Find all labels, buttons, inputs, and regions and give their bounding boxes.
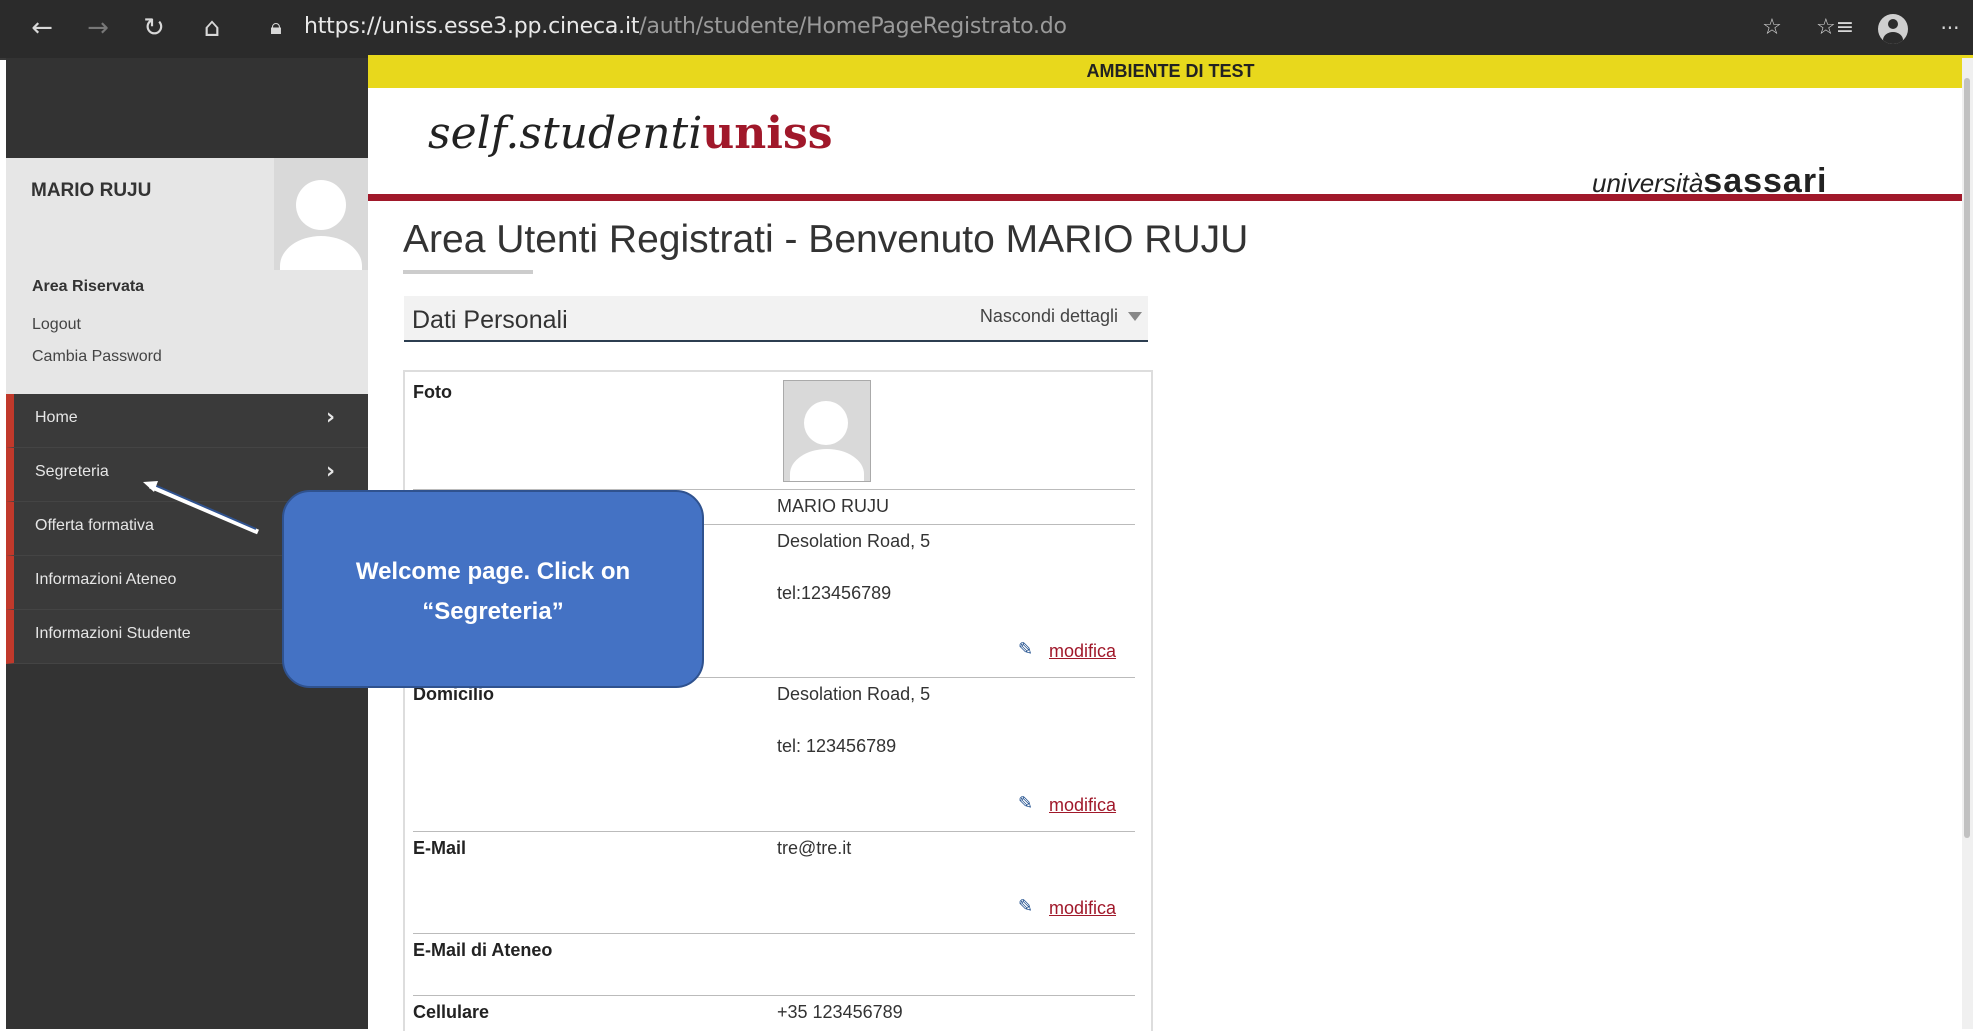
test-environment-banner: AMBIENTE DI TEST [368, 55, 1973, 88]
sidebar-item-label: Offerta formativa [35, 517, 154, 534]
callout-line-1: Welcome page. Click on [355, 558, 631, 585]
sidebar-item-label: Informazioni Studente [35, 625, 191, 642]
section-header: Dati Personali Nascondi dettagli [404, 296, 1148, 342]
table-row: Foto [413, 372, 1135, 490]
edit-email-link[interactable]: modifica [1049, 898, 1116, 919]
address-bar[interactable]: https://uniss.esse3.pp.cineca.it/auth/st… [304, 14, 1067, 39]
caret-down-icon[interactable] [1128, 312, 1142, 321]
student-photo-icon [783, 380, 871, 482]
user-name: MARIO RUJU [31, 180, 152, 201]
title-underline [403, 270, 533, 274]
table-row: Domicilio Desolation Road, 5 tel: 123456… [413, 678, 1135, 832]
profile-icon[interactable] [1878, 14, 1908, 44]
table-row: E-Mail di Ateneo [413, 934, 1135, 996]
sidebar-top [6, 58, 368, 158]
sidebar-item-home[interactable]: Home › [6, 394, 368, 448]
row-value: MARIO RUJU [777, 496, 889, 516]
edit-icon[interactable]: ✎ [1018, 896, 1033, 917]
chevron-right-icon: › [326, 459, 336, 484]
edit-icon[interactable]: ✎ [1018, 639, 1033, 660]
star-icon[interactable]: ☆ [1754, 10, 1790, 46]
header-divider [368, 194, 1966, 201]
chevron-right-icon: › [326, 405, 336, 430]
logout-link[interactable]: Logout [32, 316, 81, 334]
row-value: Desolation Road, 5 [777, 684, 931, 704]
table-row: Cellulare +35 123456789 [413, 996, 1135, 1031]
page-scrollbar[interactable] [1962, 58, 1973, 1029]
sidebar-item-label: Informazioni Ateneo [35, 571, 177, 588]
section-title: Dati Personali [412, 306, 568, 334]
row-value: tel: 123456789 [777, 736, 897, 756]
logo-brand: uniss [702, 108, 833, 159]
row-value: tre@tre.it [777, 838, 852, 858]
page-title: Area Utenti Registrati - Benvenuto MARIO… [403, 218, 1249, 261]
edit-domicilio-link[interactable]: modifica [1049, 795, 1116, 816]
user-avatar-icon [274, 158, 368, 270]
url-path: /auth/studente/HomePageRegistrato.do [639, 14, 1067, 39]
user-box: MARIO RUJU Area Riservata Logout Cambia … [6, 158, 368, 394]
row-value: Desolation Road, 5 [777, 531, 931, 551]
browser-toolbar: ← → ↻ ⌂ 🔒︎ https://uniss.esse3.pp.cineca… [0, 0, 1973, 60]
scrollbar-thumb[interactable] [1964, 78, 1970, 838]
hide-details-link[interactable]: Nascondi dettagli [980, 306, 1118, 327]
table-row: E-Mail tre@tre.it ✎ modifica [413, 832, 1135, 934]
favorites-icon[interactable]: ☆≡ [1816, 10, 1854, 46]
row-value: +35 123456789 [777, 1002, 903, 1022]
row-label: Foto [413, 382, 452, 402]
home-icon[interactable]: ⌂ [194, 10, 230, 46]
row-label: E-Mail [413, 838, 467, 858]
edit-icon[interactable]: ✎ [1018, 793, 1033, 814]
forward-icon[interactable]: → [80, 10, 116, 46]
logo-prefix: self.studenti [428, 108, 703, 159]
sidebar-item-label: Home [35, 409, 78, 426]
change-password-link[interactable]: Cambia Password [32, 348, 162, 366]
row-label: Cellulare [413, 1002, 490, 1022]
row-value: tel:123456789 [777, 583, 892, 603]
back-icon[interactable]: ← [24, 10, 60, 46]
row-label: E-Mail di Ateneo [413, 940, 553, 960]
site-logo[interactable]: self.studentiuniss [428, 108, 833, 159]
lock-icon: 🔒︎ [270, 15, 282, 40]
sidebar-item-label: Segreteria [35, 463, 109, 480]
more-icon[interactable]: ··· [1932, 10, 1968, 46]
area-riservata-label: Area Riservata [32, 278, 145, 295]
callout-line-2: “Segreteria” [422, 598, 564, 625]
instruction-callout: Welcome page. Click on “Segreteria” [282, 490, 704, 688]
refresh-icon[interactable]: ↻ [136, 10, 172, 46]
personal-data-panel: Foto MARIO RUJU Desolation Road, 5 tel:1… [403, 370, 1153, 1031]
url-host: https://uniss.esse3.pp.cineca.it [304, 14, 640, 39]
edit-residenza-link[interactable]: modifica [1049, 641, 1116, 662]
